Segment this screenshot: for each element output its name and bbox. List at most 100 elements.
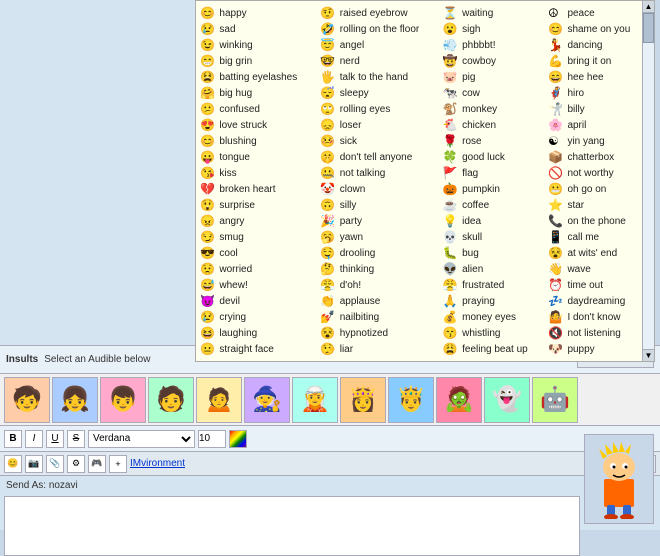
emoji-label[interactable]: liar — [339, 341, 443, 357]
emoji-label[interactable]: cool — [218, 245, 320, 261]
emoji-label[interactable]: pig — [461, 69, 548, 85]
emoji-icon[interactable]: 😁 — [200, 53, 218, 69]
font-select[interactable]: Verdana Arial Times New Roman — [88, 430, 195, 448]
emoji-icon[interactable]: 😠 — [200, 213, 218, 229]
emoji-icon[interactable]: 😵 — [320, 325, 338, 341]
emoji-label[interactable]: kiss — [218, 165, 320, 181]
emoji-label[interactable]: laughing — [218, 325, 320, 341]
emoji-label[interactable]: thinking — [339, 261, 443, 277]
strikethrough-button[interactable]: S — [67, 430, 85, 448]
emoji-label[interactable]: on the phone — [566, 213, 650, 229]
emoji-icon[interactable]: 😎 — [200, 245, 218, 261]
emoji-label[interactable]: bug — [461, 245, 548, 261]
emoji-icon[interactable]: 😊 — [200, 5, 218, 21]
emoji-label[interactable]: chatterbox — [566, 149, 650, 165]
emoji-icon[interactable]: 🐶 — [548, 341, 566, 357]
emoji-icon[interactable]: 😍 — [200, 117, 218, 133]
color-button[interactable] — [229, 430, 247, 448]
emoji-label[interactable]: confused — [218, 101, 320, 117]
italic-button[interactable]: I — [25, 430, 43, 448]
emoji-label[interactable]: money eyes — [461, 309, 548, 325]
emoji-label[interactable]: star — [566, 197, 650, 213]
emoji-label[interactable]: big hug — [218, 85, 320, 101]
emoji-label[interactable]: hypnotized — [339, 325, 443, 341]
camera-button[interactable]: 📷 — [25, 455, 43, 473]
emoji-label[interactable]: flag — [461, 165, 548, 181]
audible-item[interactable]: 👻 — [484, 377, 530, 423]
emoji-label[interactable]: nerd — [339, 53, 443, 69]
emoji-label[interactable]: loser — [339, 117, 443, 133]
emoji-icon[interactable]: 😫 — [200, 69, 218, 85]
emoji-label[interactable]: time out — [566, 277, 650, 293]
emoji-label[interactable]: party — [339, 213, 443, 229]
scroll-thumb[interactable] — [643, 13, 654, 43]
emoji-label[interactable]: dancing — [566, 37, 650, 53]
audible-item[interactable]: 🧙 — [244, 377, 290, 423]
audible-item[interactable]: 🧑 — [148, 377, 194, 423]
emoji-icon[interactable]: 💃 — [548, 37, 566, 53]
emoji-label[interactable]: drooling — [339, 245, 443, 261]
emoji-label[interactable]: oh go on — [566, 181, 650, 197]
emoji-icon[interactable]: ☕ — [443, 197, 461, 213]
emoji-icon[interactable]: 😩 — [443, 341, 461, 357]
emoji-label[interactable]: puppy — [566, 341, 650, 357]
emoji-label[interactable]: cow — [461, 85, 548, 101]
audible-item[interactable]: 👧 — [52, 377, 98, 423]
emoji-icon[interactable]: 🤓 — [320, 53, 338, 69]
audible-item[interactable]: 🤴 — [388, 377, 434, 423]
emoji-icon[interactable]: 🎃 — [443, 181, 461, 197]
emoji-label[interactable]: angel — [339, 37, 443, 53]
emoji-icon[interactable]: 🐔 — [443, 117, 461, 133]
emoji-icon[interactable]: 🤔 — [320, 261, 338, 277]
emoji-label[interactable]: tongue — [218, 149, 320, 165]
emoji-icon[interactable]: 👏 — [320, 293, 338, 309]
emoji-icon[interactable]: 🙄 — [320, 101, 338, 117]
emoji-icon[interactable]: 😇 — [320, 37, 338, 53]
emoji-icon[interactable]: 👋 — [548, 261, 566, 277]
emoji-label[interactable]: sleepy — [339, 85, 443, 101]
emoji-icon[interactable]: 📦 — [548, 149, 566, 165]
emoji-icon[interactable]: ⭐ — [548, 197, 566, 213]
emoji-icon[interactable]: 📱 — [548, 229, 566, 245]
emoji-icon[interactable]: 🌹 — [443, 133, 461, 149]
emoji-label[interactable]: worried — [218, 261, 320, 277]
emoji-icon[interactable]: 🚩 — [443, 165, 461, 181]
emoji-label[interactable]: peace — [566, 5, 650, 21]
emoji-label[interactable]: cowboy — [461, 53, 548, 69]
emoji-label[interactable]: nailbiting — [339, 309, 443, 325]
emoji-label[interactable]: april — [566, 117, 650, 133]
emoji-icon[interactable]: 📞 — [548, 213, 566, 229]
emoji-icon[interactable]: 💰 — [443, 309, 461, 325]
emoji-icon[interactable]: 😏 — [200, 229, 218, 245]
emoji-label[interactable]: big grin — [218, 53, 320, 69]
emoji-label[interactable]: hiro — [566, 85, 650, 101]
emoji-label[interactable]: praying — [461, 293, 548, 309]
emoji-label[interactable]: feeling beat up — [461, 341, 548, 357]
emoji-label[interactable]: at wits' end — [566, 245, 650, 261]
message-input[interactable] — [4, 496, 580, 556]
audible-item[interactable]: 👸 — [340, 377, 386, 423]
emoji-label[interactable]: bring it on — [566, 53, 650, 69]
emoji-label[interactable]: yin yang — [566, 133, 650, 149]
emoji-icon[interactable]: 🔇 — [548, 325, 566, 341]
emoji-label[interactable]: wave — [566, 261, 650, 277]
emoji-icon[interactable]: 🤨 — [320, 5, 338, 21]
emoji-icon[interactable]: 😤 — [443, 277, 461, 293]
emoji-label[interactable]: applause — [339, 293, 443, 309]
emoji-icon[interactable]: 😢 — [200, 309, 218, 325]
emoji-icon[interactable]: 😄 — [548, 69, 566, 85]
emoji-label[interactable]: coffee — [461, 197, 548, 213]
emoji-label[interactable]: crying — [218, 309, 320, 325]
emoji-label[interactable]: surprise — [218, 197, 320, 213]
emoji-label[interactable]: hee hee — [566, 69, 650, 85]
emoji-icon[interactable]: 😅 — [200, 277, 218, 293]
emoji-label[interactable]: alien — [461, 261, 548, 277]
emoji-icon[interactable]: 🐛 — [443, 245, 461, 261]
emoji-label[interactable]: yawn — [339, 229, 443, 245]
emoji-label[interactable]: blushing — [218, 133, 320, 149]
games-button[interactable]: 🎮 — [88, 455, 106, 473]
emoji-icon[interactable]: 😤 — [320, 277, 338, 293]
emoji-label[interactable]: chicken — [461, 117, 548, 133]
emoji-label[interactable]: billy — [566, 101, 650, 117]
audible-item[interactable]: 🙍 — [196, 377, 242, 423]
